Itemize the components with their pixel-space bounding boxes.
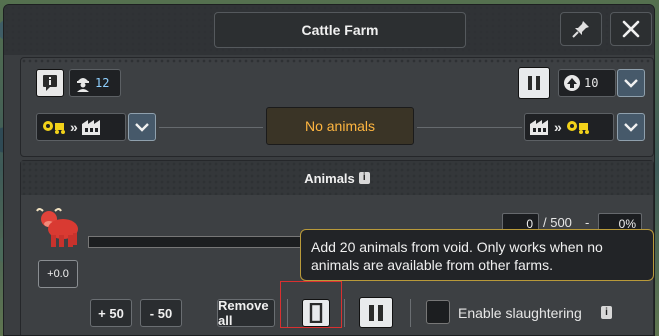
remove-50-button[interactable]: - 50 [140, 299, 182, 327]
info-button[interactable] [36, 69, 64, 97]
info-icon[interactable]: i [358, 172, 370, 184]
slaughter-checkbox[interactable] [426, 300, 450, 324]
pause-button[interactable] [518, 67, 550, 99]
pin-button[interactable] [560, 12, 602, 46]
pin-icon [572, 21, 589, 38]
add-50-button[interactable]: + 50 [90, 299, 132, 327]
workers-indicator[interactable]: 12 [69, 69, 121, 97]
pause-slaughter-button[interactable] [359, 297, 393, 328]
chevron-down-icon [624, 79, 638, 88]
tooltip-text: Add 20 animals from void. Only works whe… [311, 239, 603, 273]
panel-top-strip [21, 58, 653, 64]
growth-rate: +0.0 [47, 268, 69, 280]
tooltip: Add 20 animals from void. Only works whe… [300, 229, 654, 281]
divider [344, 299, 345, 327]
close-button[interactable] [610, 12, 652, 46]
workers-count: 12 [95, 76, 110, 90]
info-icon [43, 75, 57, 91]
animal-capacity: / 500 [543, 215, 572, 230]
highlight-box [280, 281, 342, 328]
title-bar[interactable]: Cattle Farm [4, 5, 654, 55]
worker-icon [77, 78, 89, 92]
window-title: Cattle Farm [214, 12, 466, 48]
input-logistics[interactable]: » [36, 113, 126, 141]
pause-icon [369, 304, 383, 321]
input-logistics-dropdown[interactable] [128, 113, 156, 141]
connector-line-left [159, 127, 263, 128]
factory-icon [530, 120, 548, 135]
cow-icon [36, 208, 78, 247]
gear-truck-icon [566, 121, 589, 134]
chevron-down-icon [624, 123, 638, 132]
divider [410, 299, 411, 327]
output-logistics[interactable]: » [524, 113, 614, 141]
priority-value: 10 [584, 76, 599, 90]
output-logistics-dropdown[interactable] [617, 113, 645, 141]
connector-line-right [417, 127, 522, 128]
status-label: No animals [266, 107, 414, 145]
growth-rate-badge: +0.0 [38, 260, 78, 288]
factory-icon [81, 120, 100, 135]
priority-dropdown[interactable] [617, 69, 645, 97]
close-icon [622, 20, 640, 38]
arrow-icon: » [70, 119, 78, 135]
animal-progress-bar [88, 236, 313, 248]
animals-header: Animals i [21, 161, 653, 195]
chevron-down-icon [135, 123, 149, 132]
arrow-icon: » [554, 119, 562, 135]
remove-all-label: Remove all [218, 298, 269, 328]
pause-icon [528, 76, 540, 90]
gear-truck-icon [43, 121, 65, 134]
separator-dash: - [585, 215, 590, 230]
info-icon[interactable]: i [601, 306, 612, 319]
slaughter-label: Enable slaughtering [458, 305, 582, 321]
priority-indicator[interactable]: 10 [558, 69, 616, 97]
up-arrow-icon [564, 75, 580, 91]
remove-all-button[interactable]: Remove all [217, 298, 275, 328]
animals-title: Animals [304, 170, 355, 186]
